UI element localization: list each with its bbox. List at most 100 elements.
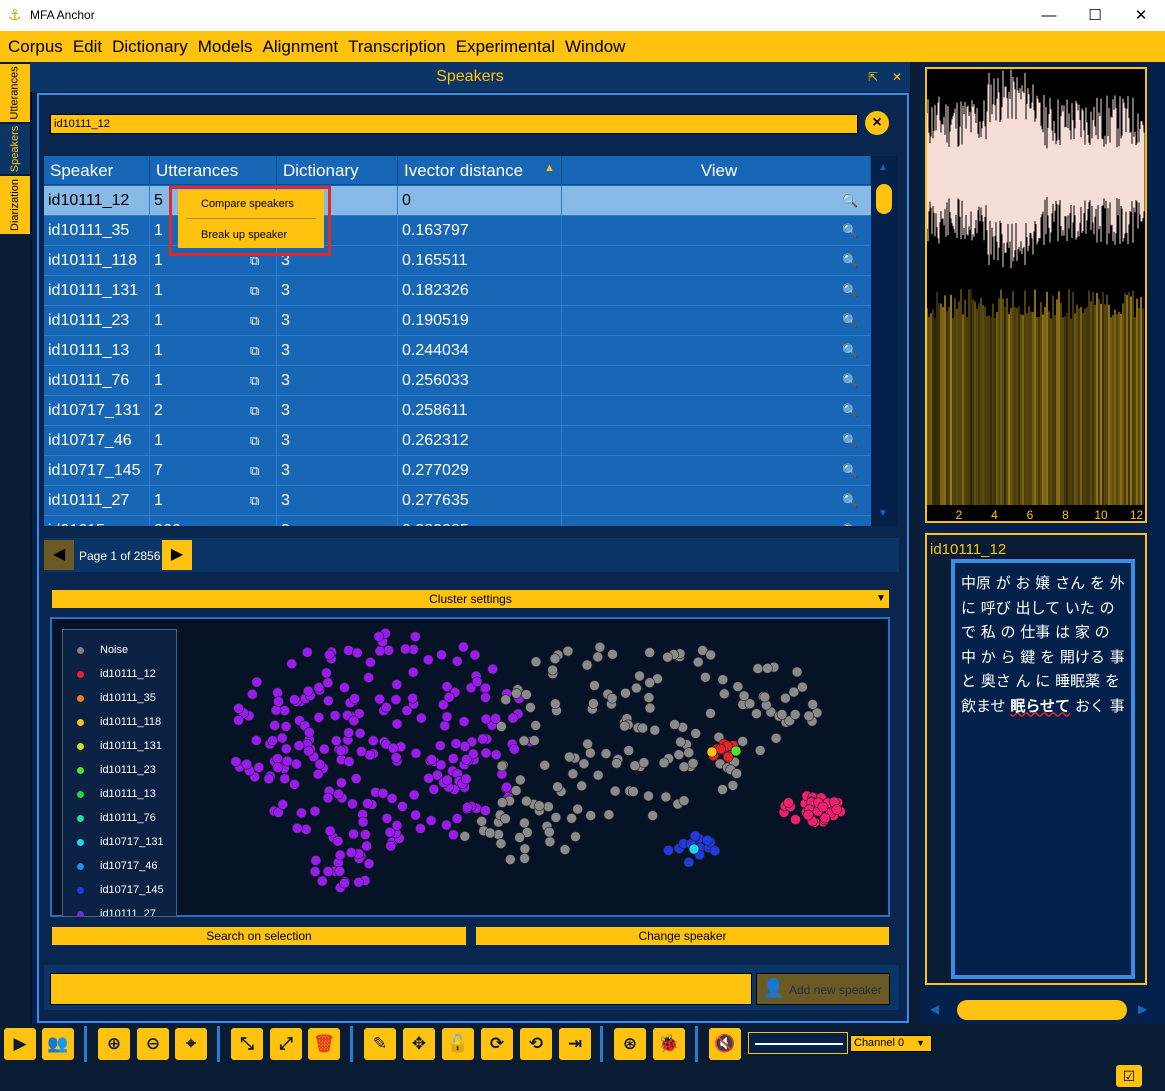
cluster-point[interactable]: [643, 692, 655, 703]
cluster-point[interactable]: [339, 682, 350, 693]
table-scroll-thumb[interactable]: [876, 184, 892, 214]
dictionary-cell[interactable]: 3: [277, 516, 398, 526]
clear-icon[interactable]: ×: [865, 111, 889, 135]
waveform-view[interactable]: 2 4 6 8 10 12: [925, 67, 1147, 523]
cluster-point[interactable]: [335, 745, 347, 756]
cluster-point[interactable]: [477, 733, 489, 745]
cluster-point[interactable]: [751, 708, 762, 719]
cluster-point[interactable]: [439, 720, 451, 732]
cluster-point[interactable]: [408, 789, 420, 801]
cluster-point[interactable]: [606, 693, 618, 704]
cluster-point[interactable]: [619, 720, 630, 732]
cluster-point[interactable]: [717, 784, 728, 795]
cluster-point[interactable]: [300, 824, 312, 835]
scroll-right-icon[interactable]: ▶: [1138, 1002, 1147, 1016]
mute-icon[interactable]: 🔇: [709, 1028, 741, 1060]
cluster-point[interactable]: [688, 843, 700, 855]
cluster-point[interactable]: [279, 773, 291, 784]
cluster-point[interactable]: [361, 840, 372, 852]
cluster-point[interactable]: [623, 745, 635, 756]
cluster-point[interactable]: [514, 832, 525, 843]
cluster-point[interactable]: [663, 845, 674, 856]
cluster-point[interactable]: [289, 779, 300, 790]
cluster-point[interactable]: [316, 875, 328, 887]
delete-icon[interactable]: 🗑: [308, 1028, 340, 1060]
cluster-point[interactable]: [354, 728, 366, 739]
cluster-point[interactable]: [644, 702, 656, 714]
cluster-point[interactable]: [230, 756, 242, 767]
speaker-cell[interactable]: id10717_131: [44, 396, 150, 426]
cluster-point[interactable]: [329, 710, 341, 721]
cluster-point[interactable]: [791, 666, 803, 678]
cluster-point[interactable]: [706, 746, 718, 758]
cluster-point[interactable]: [309, 805, 321, 817]
menu-alignment[interactable]: Alignment: [263, 37, 339, 57]
cluster-point[interactable]: [514, 774, 526, 786]
cluster-point[interactable]: [496, 760, 508, 772]
table-row[interactable]: id10111_131 1 ⧉ 3 0.182326 🔍: [44, 276, 871, 306]
open-utterances-icon[interactable]: ⧉: [250, 516, 259, 526]
cluster-point[interactable]: [233, 715, 244, 726]
dictionary-cell[interactable]: 3: [277, 306, 398, 336]
cluster-point[interactable]: [508, 743, 520, 755]
cluster-point[interactable]: [292, 822, 303, 834]
cluster-point[interactable]: [450, 738, 462, 749]
search-icon[interactable]: 🔍: [842, 426, 858, 456]
search-icon[interactable]: 🔍: [842, 216, 858, 246]
speaker-cell[interactable]: id10111_76: [44, 366, 150, 396]
cluster-point[interactable]: [611, 758, 622, 769]
scroll-left-icon[interactable]: ◀: [930, 1002, 939, 1016]
open-utterances-icon[interactable]: ⧉: [250, 486, 259, 516]
cluster-point[interactable]: [559, 844, 571, 855]
cluster-point[interactable]: [544, 836, 556, 848]
cluster-point[interactable]: [410, 809, 421, 821]
search-icon[interactable]: 🔍: [842, 366, 858, 396]
cluster-point[interactable]: [702, 835, 713, 846]
dictionary-cell[interactable]: 3: [277, 396, 398, 426]
cluster-point[interactable]: [504, 854, 516, 865]
cluster-point[interactable]: [803, 710, 815, 722]
cluster-point[interactable]: [415, 823, 426, 834]
cluster-point[interactable]: [253, 762, 265, 773]
table-row[interactable]: id10717_145 7 ⧉ 3 0.277029 🔍: [44, 456, 871, 486]
speaker-cell[interactable]: id10111_118: [44, 246, 150, 276]
dictionary-cell[interactable]: 3: [277, 336, 398, 366]
cluster-point[interactable]: [272, 687, 283, 699]
table-row[interactable]: id10717_131 2 ⧉ 3 0.258611 🔍: [44, 396, 871, 426]
table-row[interactable]: id10111_13 1 ⧉ 3 0.244034 🔍: [44, 336, 871, 366]
cluster-point[interactable]: [549, 698, 561, 710]
cluster-point[interactable]: [530, 720, 542, 731]
cluster-point[interactable]: [717, 674, 729, 686]
search-icon[interactable]: 🔍: [842, 306, 858, 336]
cluster-point[interactable]: [233, 703, 244, 714]
open-utterances-icon[interactable]: ⧉: [250, 306, 259, 336]
expand-icon[interactable]: ✥: [403, 1028, 435, 1060]
cluster-point[interactable]: [732, 681, 744, 692]
cluster-point[interactable]: [391, 679, 403, 690]
cluster-point[interactable]: [631, 682, 642, 694]
cluster-point[interactable]: [448, 829, 459, 841]
cluster-point[interactable]: [480, 805, 491, 816]
cluster-point[interactable]: [247, 688, 258, 700]
cluster-point[interactable]: [609, 785, 621, 797]
cluster-point[interactable]: [647, 810, 659, 821]
transcript-editor[interactable]: 中原 が お 嬢 さん を 外 に 呼び 出して いた の で 私 の 仕事 は…: [951, 559, 1135, 979]
maximize-button[interactable]: ☐: [1072, 4, 1118, 28]
menu-window[interactable]: Window: [565, 37, 625, 57]
cluster-point[interactable]: [349, 693, 361, 704]
menu-dictionary[interactable]: Dictionary: [112, 37, 188, 57]
cluster-point[interactable]: [700, 671, 711, 683]
speaker-cell[interactable]: id10717_46: [44, 426, 150, 456]
popout-icon[interactable]: ⇱: [868, 62, 878, 92]
cluster-point[interactable]: [390, 752, 402, 763]
cluster-point[interactable]: [705, 708, 716, 719]
cluster-point[interactable]: [441, 819, 452, 831]
cluster-point[interactable]: [480, 713, 492, 725]
cluster-point[interactable]: [487, 663, 499, 675]
cluster-point[interactable]: [263, 773, 275, 785]
cluster-point[interactable]: [363, 672, 375, 683]
speaker-cell[interactable]: id10111_12: [44, 186, 150, 216]
cluster-point[interactable]: [570, 831, 581, 842]
cluster-point[interactable]: [817, 801, 829, 813]
cluster-point[interactable]: [386, 793, 398, 804]
